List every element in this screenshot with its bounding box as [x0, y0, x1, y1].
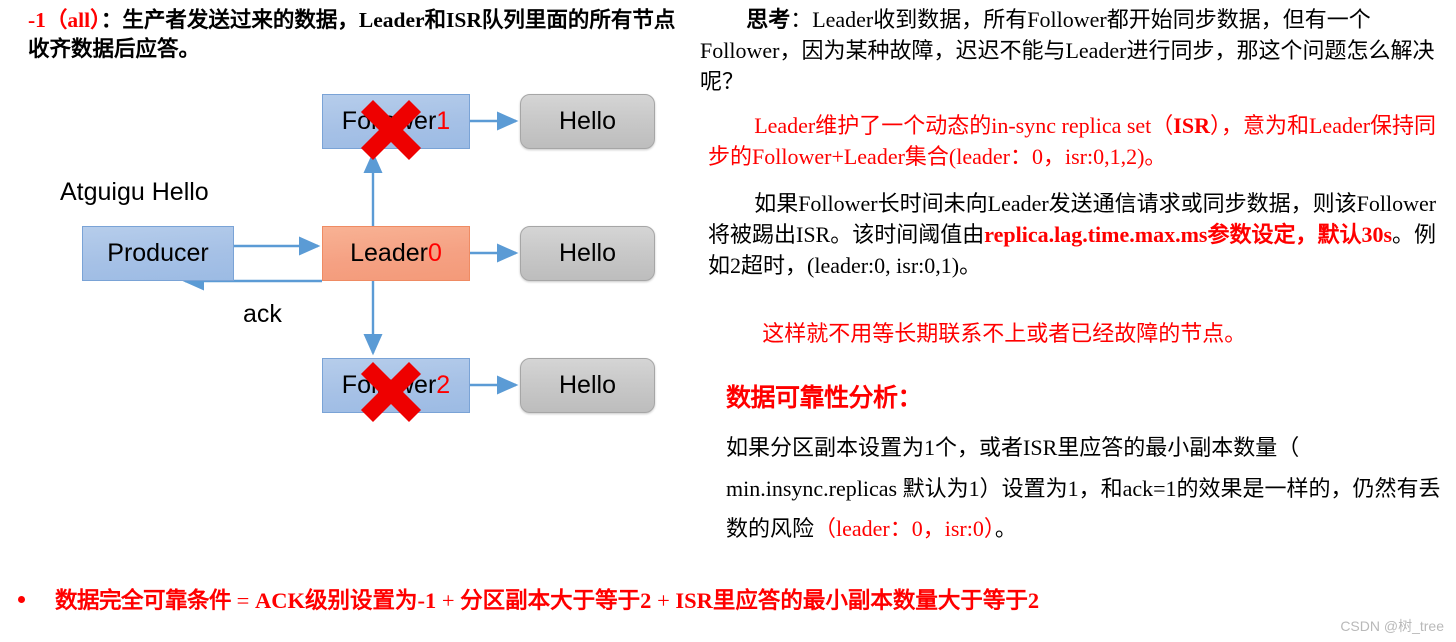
condition-2: 分区副本大于等于2: [460, 588, 652, 613]
ack-label: ack: [243, 300, 282, 328]
no-wait-paragraph: 这样就不用等长期联系不上或者已经故障的节点。: [716, 318, 1446, 349]
bullet-dot-icon: [18, 595, 25, 603]
reliability-analysis-heading: 数据可靠性分析：: [726, 383, 923, 412]
left-pane: -1（all）：生产者发送过来的数据，Leader和ISR队列里面的所有节点收齐…: [0, 0, 690, 570]
heading-prefix: -1（all）: [28, 8, 101, 32]
analysis-part2: 。: [994, 516, 1017, 542]
node-producer-label: Producer: [107, 239, 209, 267]
isr-part1: Leader维护了一个动态的in-sync replica set（: [754, 113, 1174, 138]
no-wait-text: 这样就不用等长期联系不上或者已经故障的节点。: [762, 321, 1247, 346]
isr-acronym: ISR: [1173, 113, 1210, 138]
analysis-leader-isr-note: （leader：0，isr:0）: [814, 516, 995, 542]
think-body: ：Leader收到数据，所有Follower都开始同步数据，但有一个Follow…: [700, 7, 1435, 95]
heading-body: ：生产者发送过来的数据，Leader和ISR队列里面的所有节点收齐数据后应答。: [28, 8, 676, 62]
condition-3: ISR里应答的最小副本数量大于等于2: [675, 588, 1040, 613]
node-hello-mid-label: Hello: [559, 239, 616, 267]
node-hello-top-label: Hello: [559, 107, 616, 135]
node-leader-id: 0: [427, 239, 442, 267]
node-follower-1[interactable]: Follower 1: [322, 94, 470, 149]
reliability-analysis-paragraph: 如果分区副本设置为1个，或者ISR里应答的最小副本数量（ min.insync.…: [726, 428, 1446, 550]
node-follower-1-id: 1: [436, 107, 451, 135]
node-follower-2-label: Follower: [341, 371, 437, 399]
node-hello-top[interactable]: Hello: [520, 94, 655, 149]
conditions-equals: =: [231, 588, 255, 613]
ack-minus-one-heading: -1（all）：生产者发送过来的数据，Leader和ISR队列里面的所有节点收齐…: [28, 6, 678, 64]
csdn-watermark: CSDN @树_tree: [1340, 618, 1444, 634]
node-follower-2-id: 2: [436, 371, 451, 399]
replica-lag-config-name: replica.lag.time.max.ms参数设定，默认30s: [984, 222, 1393, 248]
think-paragraph: 思考：Leader收到数据，所有Follower都开始同步数据，但有一个Foll…: [700, 4, 1448, 98]
node-producer[interactable]: Producer: [82, 226, 234, 281]
node-hello-bot[interactable]: Hello: [520, 358, 655, 413]
node-leader[interactable]: Leader 0: [322, 226, 470, 281]
right-pane: 思考：Leader收到数据，所有Follower都开始同步数据，但有一个Foll…: [690, 0, 1456, 570]
condition-1: ACK级别设置为-1: [254, 588, 437, 613]
node-follower-1-label: Follower: [341, 107, 437, 135]
full-reliability-conditions-line: 数据完全可靠条件 = ACK级别设置为-1 + 分区副本大于等于2 + ISR里…: [0, 574, 1456, 624]
node-leader-label: Leader: [350, 239, 428, 267]
conditions-plus-2: +: [651, 588, 676, 613]
isr-definition-paragraph: Leader维护了一个动态的in-sync replica set（ISR），意…: [708, 110, 1448, 172]
node-follower-2[interactable]: Follower 2: [322, 358, 470, 413]
isr-eviction-paragraph: 如果Follower长时间未向Leader发送通信请求或同步数据，则该Follo…: [708, 188, 1448, 282]
atguigu-hello-label: Atguigu Hello: [60, 178, 209, 206]
think-label: 思考: [746, 7, 791, 32]
conditions-plus-1: +: [436, 588, 461, 613]
node-hello-mid[interactable]: Hello: [520, 226, 655, 281]
node-hello-bot-label: Hello: [559, 371, 616, 399]
conditions-text: 数据完全可靠条件 = ACK级别设置为-1 + 分区副本大于等于2 + ISR里…: [55, 583, 1039, 615]
conditions-keyword: 数据完全可靠条件: [55, 588, 232, 614]
kafka-replication-diagram: Atguigu Hello ack Follower 1 Leader 0 Fo…: [0, 78, 690, 423]
